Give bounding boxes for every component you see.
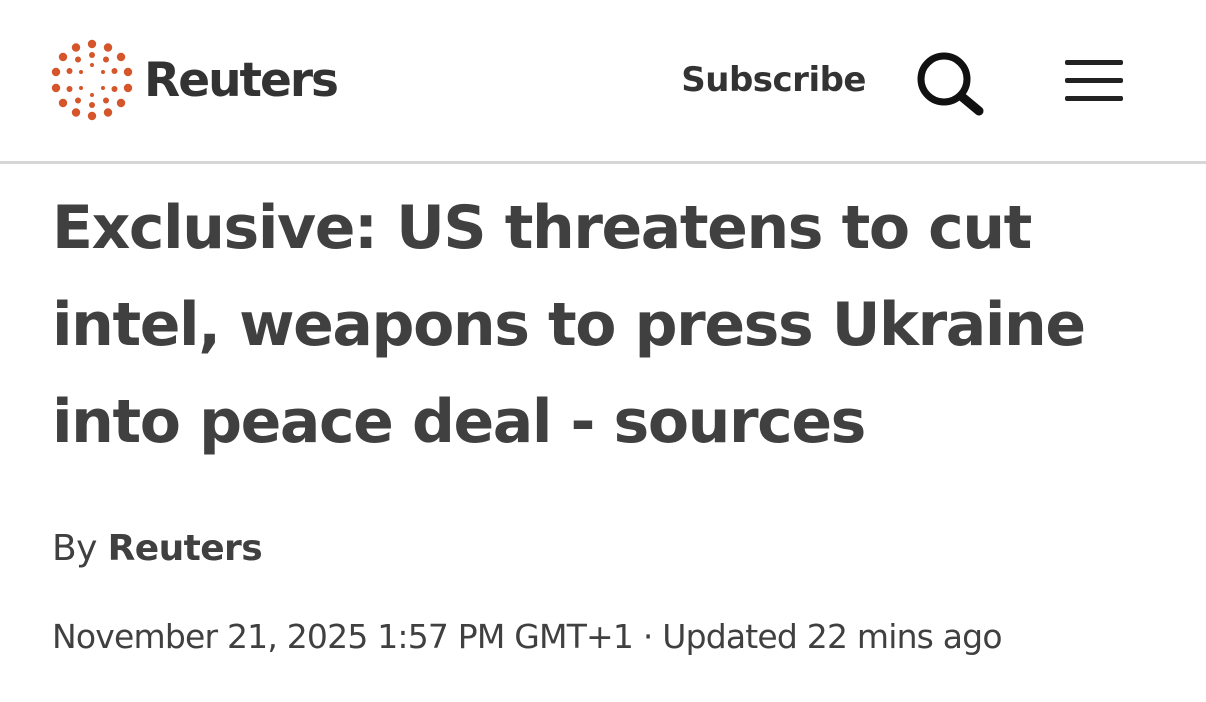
updated-timestamp: Updated 22 mins ago [662,617,1002,656]
article-byline: By Reuters [52,524,263,574]
top-navigation-bar: Reuters Subscribe [0,0,1206,164]
subscribe-button[interactable]: Subscribe [681,58,866,102]
byline-prefix: By [52,528,97,569]
search-icon [917,52,984,116]
search-button[interactable] [912,48,988,118]
article-dateline: November 21, 2025 1:57 PM GMT+1 · Update… [52,612,1003,662]
menu-button[interactable] [1062,56,1128,106]
reuters-logo-icon [51,39,133,121]
author-link[interactable]: Reuters [108,528,263,569]
article-headline: Exclusive: US threatens to cut intel, we… [52,193,1086,457]
hamburger-menu-icon [1065,60,1123,101]
logo-wordmark: Reuters [144,52,339,108]
reuters-logo-link[interactable]: Reuters [50,38,339,122]
dateline-separator: · [642,617,653,656]
published-timestamp: November 21, 2025 1:57 PM GMT+1 [52,617,634,656]
